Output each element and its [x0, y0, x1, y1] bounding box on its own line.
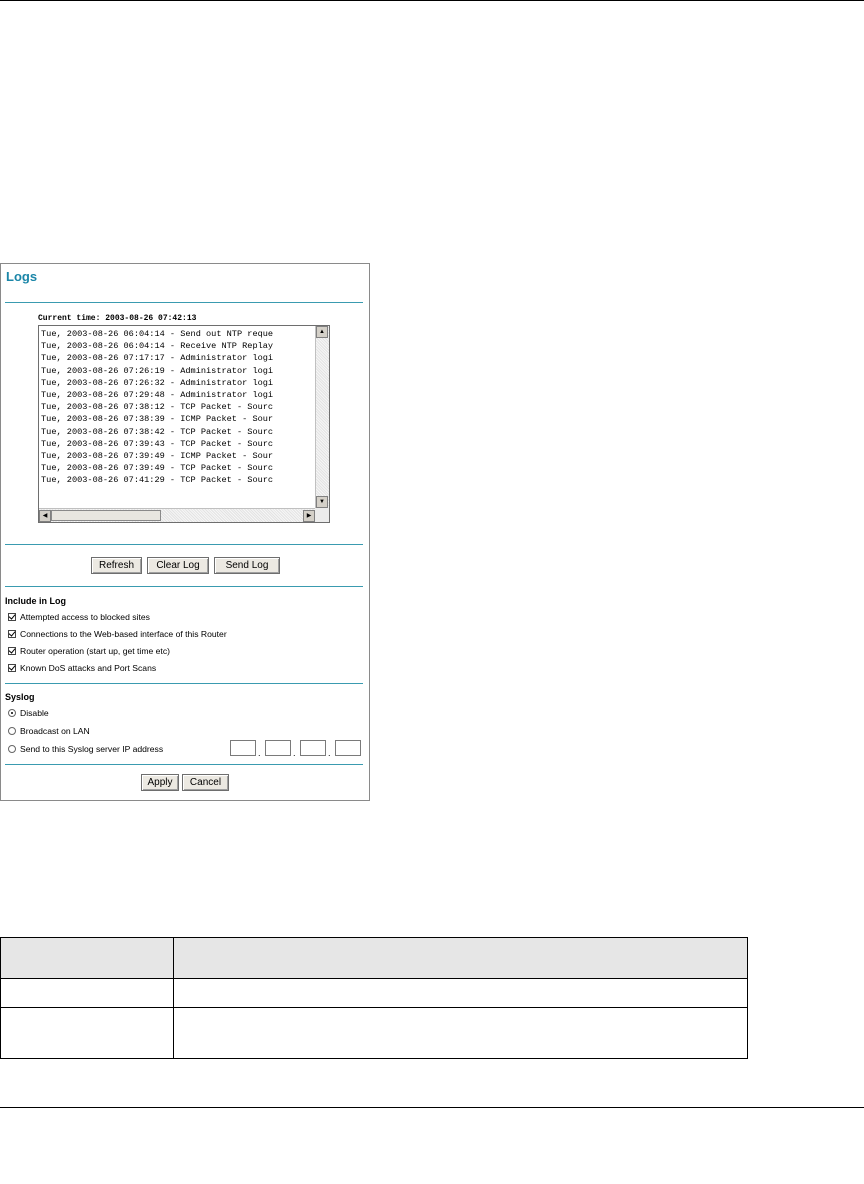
- description-table: [0, 937, 748, 1059]
- syslog-ip-octet-3[interactable]: [300, 740, 326, 756]
- table-cell: [0, 978, 174, 1008]
- checkbox[interactable]: [8, 613, 16, 621]
- log-line: Tue, 2003-08-26 07:29:48 - Administrator…: [41, 390, 274, 401]
- syslog-ip-octet-2[interactable]: [265, 740, 291, 756]
- table-header-cell: [0, 937, 174, 979]
- log-line: Tue, 2003-08-26 06:04:14 - Send out NTP …: [41, 329, 274, 339]
- checkbox[interactable]: [8, 630, 16, 638]
- syslog-option-label: Broadcast on LAN: [20, 726, 90, 736]
- page-top-rule: [0, 0, 864, 1]
- syslog-ip-octet-1[interactable]: [230, 740, 256, 756]
- log-textarea[interactable]: Tue, 2003-08-26 06:04:14 - Send out NTP …: [38, 325, 330, 523]
- log-line: Tue, 2003-08-26 07:38:39 - ICMP Packet -…: [41, 414, 274, 425]
- divider: [5, 544, 363, 545]
- scroll-right-icon[interactable]: ▶: [303, 510, 315, 522]
- log-line: Tue, 2003-08-26 07:39:49 - TCP Packet - …: [41, 463, 274, 474]
- include-option-label: Connections to the Web-based interface o…: [20, 629, 227, 639]
- log-line: Tue, 2003-08-26 07:39:49 - ICMP Packet -…: [41, 451, 274, 462]
- scroll-corner: [315, 508, 329, 522]
- syslog-option-label: Disable: [20, 708, 49, 718]
- cancel-button[interactable]: Cancel: [182, 774, 229, 791]
- horizontal-scrollbar[interactable]: ◀ ▶: [39, 508, 315, 522]
- syslog-option[interactable]: Send to this Syslog server IP address: [8, 744, 163, 754]
- log-line: Tue, 2003-08-26 07:26:32 - Administrator…: [41, 377, 274, 388]
- include-option-label: Router operation (start up, get time etc…: [20, 646, 170, 656]
- include-in-log-heading: Include in Log: [5, 596, 66, 606]
- radio-button[interactable]: [8, 709, 16, 717]
- refresh-button[interactable]: Refresh: [91, 557, 142, 574]
- checkbox[interactable]: [8, 647, 16, 655]
- syslog-ip-octet-4[interactable]: [335, 740, 361, 756]
- table-row: [0, 1007, 748, 1059]
- divider: [5, 586, 363, 587]
- divider: [5, 764, 363, 765]
- radio-button[interactable]: [8, 745, 16, 753]
- current-time-label: Current time: 2003-08-26 07:42:13: [38, 314, 197, 323]
- scroll-left-icon[interactable]: ◀: [39, 510, 51, 522]
- log-line: Tue, 2003-08-26 07:38:12 - TCP Packet - …: [41, 402, 274, 413]
- syslog-option-label: Send to this Syslog server IP address: [20, 744, 164, 754]
- table-header-row: [0, 937, 748, 979]
- logs-window: Logs Current time: 2003-08-26 07:42:13 T…: [0, 263, 370, 801]
- log-line: Tue, 2003-08-26 07:17:17 - Administrator…: [41, 353, 274, 364]
- log-line: Tue, 2003-08-26 07:26:19 - Administrator…: [41, 365, 274, 376]
- log-line: Tue, 2003-08-26 07:39:43 - TCP Packet - …: [41, 438, 274, 449]
- divider: [5, 683, 363, 684]
- page-title: Logs: [6, 269, 38, 284]
- radio-button[interactable]: [8, 727, 16, 735]
- include-option-label: Attempted access to blocked sites: [20, 612, 150, 622]
- ip-separator: .: [328, 748, 331, 758]
- ip-separator: .: [258, 748, 261, 758]
- checkbox[interactable]: [8, 664, 16, 672]
- vertical-scrollbar[interactable]: ▲ ▼: [315, 326, 329, 508]
- table-cell: [173, 1007, 748, 1059]
- ip-separator: .: [293, 748, 296, 758]
- scroll-down-icon[interactable]: ▼: [316, 496, 328, 508]
- scrollbar-thumb[interactable]: [51, 510, 161, 521]
- include-option[interactable]: Known DoS attacks and Port Scans: [8, 663, 156, 673]
- scroll-up-icon[interactable]: ▲: [316, 326, 328, 338]
- table-cell: [173, 978, 748, 1008]
- include-option[interactable]: Router operation (start up, get time etc…: [8, 646, 170, 656]
- include-option-label: Known DoS attacks and Port Scans: [20, 663, 157, 673]
- include-option[interactable]: Connections to the Web-based interface o…: [8, 629, 227, 639]
- log-line: Tue, 2003-08-26 06:04:14 - Receive NTP R…: [41, 341, 274, 352]
- log-lines: Tue, 2003-08-26 06:04:14 - Send out NTP …: [41, 328, 313, 487]
- syslog-option[interactable]: Disable: [8, 708, 49, 718]
- divider: [5, 302, 363, 303]
- table-row: [0, 978, 748, 1008]
- clear-log-button[interactable]: Clear Log: [147, 557, 209, 574]
- log-line: Tue, 2003-08-26 07:41:29 - TCP Packet - …: [41, 475, 274, 486]
- table-header-cell: [173, 937, 748, 979]
- include-option[interactable]: Attempted access to blocked sites: [8, 612, 150, 622]
- page-bottom-rule: [0, 1107, 864, 1108]
- table-cell: [0, 1007, 174, 1059]
- apply-button[interactable]: Apply: [141, 774, 179, 791]
- log-line: Tue, 2003-08-26 07:38:42 - TCP Packet - …: [41, 426, 274, 437]
- syslog-option[interactable]: Broadcast on LAN: [8, 726, 90, 736]
- syslog-heading: Syslog: [5, 692, 35, 702]
- send-log-button[interactable]: Send Log: [214, 557, 280, 574]
